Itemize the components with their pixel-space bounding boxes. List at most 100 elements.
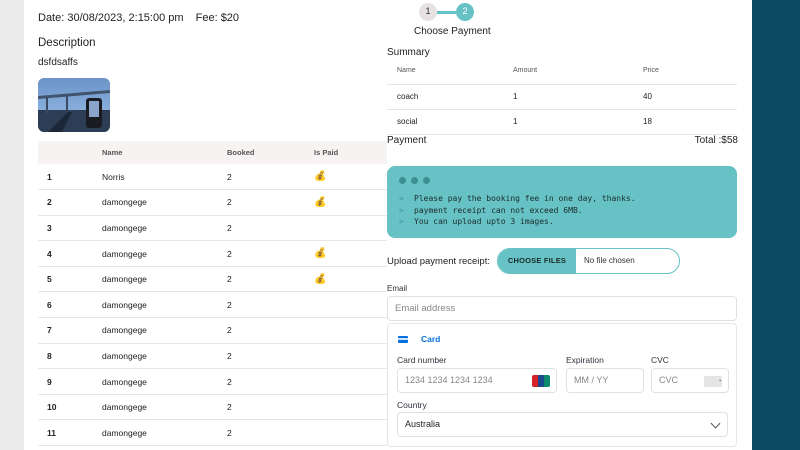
- cvc-label: CVC: [651, 355, 669, 365]
- notice-line: > Please pay the booking fee in one day, …: [399, 193, 636, 205]
- money-bag-icon: 💰: [314, 248, 327, 260]
- header-number: [38, 141, 102, 164]
- cvc-field[interactable]: CVC ▪: [651, 368, 729, 393]
- table-row: 8 damongege 2: [38, 343, 387, 370]
- summary-row: coach 1 40: [387, 84, 737, 110]
- row-is-paid: [314, 368, 387, 395]
- table-row: 1 Norris 2 💰: [38, 164, 387, 191]
- table-row: 11 damongege 2: [38, 419, 387, 447]
- payment-total: Total :$58: [694, 135, 738, 146]
- row-is-paid: 💰: [314, 164, 387, 191]
- step-1-indicator[interactable]: 1: [419, 3, 437, 21]
- file-upload-input[interactable]: CHOOSE FILES No file chosen: [497, 248, 680, 274]
- prompt-caret: >: [399, 194, 404, 203]
- summary-item-price: 40: [643, 84, 737, 110]
- left-gutter: [0, 0, 24, 450]
- bookings-table-body: 1 Norris 2 💰 2 damongege 2 💰 3 damongege 2 4 damonge…: [38, 164, 387, 447]
- email-field[interactable]: Email address: [387, 296, 737, 321]
- page-background-band: [752, 0, 800, 450]
- card-number-placeholder: 1234 1234 1234 1234: [405, 375, 493, 385]
- notice-text: > Please pay the booking fee in one day, …: [399, 193, 636, 228]
- row-name: damongege: [102, 189, 227, 216]
- prompt-caret: >: [399, 217, 404, 226]
- file-status: No file chosen: [584, 256, 635, 265]
- cvc-placeholder: CVC: [659, 375, 679, 385]
- notice-line-text: payment receipt can not exceed 6MB.: [414, 205, 583, 215]
- row-booked: 2: [227, 317, 314, 344]
- row-number: 3: [38, 215, 102, 242]
- booking-date: Date: 30/08/2023, 2:15:00 pm: [38, 12, 184, 24]
- row-number: 5: [38, 266, 102, 293]
- notice-dot: [399, 177, 406, 184]
- upload-receipt-label: Upload payment receipt:: [387, 256, 490, 267]
- header-is-paid: Is Paid: [314, 141, 387, 164]
- notice-dot: [411, 177, 418, 184]
- payment-stepper: 1 2 Choose Payment: [394, 3, 491, 39]
- email-label: Email: [387, 284, 408, 293]
- booking-detail-panel: Date: 30/08/2023, 2:15:00 pm Fee: $20 De…: [24, 0, 752, 450]
- row-name: damongege: [102, 240, 227, 267]
- notice-line-text: Please pay the booking fee in one day, t…: [414, 194, 636, 203]
- row-is-paid: [314, 317, 387, 344]
- row-name: damongege: [102, 266, 227, 293]
- row-number: 8: [38, 343, 102, 370]
- table-row: 4 damongege 2 💰: [38, 240, 387, 267]
- row-number: 2: [38, 189, 102, 216]
- row-is-paid: [314, 419, 387, 447]
- row-booked: 2: [227, 419, 314, 447]
- summary-row: social 1 18: [387, 109, 737, 135]
- money-bag-icon: 💰: [314, 196, 327, 208]
- booking-photo[interactable]: [38, 78, 110, 132]
- expiration-label: Expiration: [566, 355, 604, 365]
- bookings-table: Name Booked Is Paid 1 Norris 2 💰 2 damongege 2…: [38, 141, 387, 447]
- row-booked: 2: [227, 215, 314, 242]
- summary-header-amount: Amount: [513, 58, 643, 85]
- table-row: 6 damongege 2: [38, 291, 387, 319]
- money-bag-icon: 💰: [314, 273, 327, 285]
- unionpay-icon: [532, 375, 550, 387]
- row-name: damongege: [102, 368, 227, 395]
- row-is-paid: 💰: [314, 266, 387, 293]
- summary-heading: Summary: [387, 47, 430, 58]
- summary-item-amount: 1: [513, 84, 643, 110]
- row-is-paid: [314, 215, 387, 242]
- choose-files-button[interactable]: CHOOSE FILES: [498, 249, 576, 273]
- card-payment-form: Card Card number 1234 1234 1234 1234 Exp…: [387, 323, 737, 447]
- summary-header-name: Name: [387, 58, 513, 85]
- summary-item-amount: 1: [513, 109, 643, 135]
- money-bag-icon: 💰: [314, 171, 327, 183]
- payment-heading: Payment: [387, 135, 427, 146]
- row-name: damongege: [102, 317, 227, 344]
- notice-line: > payment receipt can not exceed 6MB.: [399, 205, 636, 217]
- row-is-paid: [314, 291, 387, 319]
- row-name: damongege: [102, 215, 227, 242]
- header-booked: Booked: [227, 141, 314, 164]
- row-is-paid: [314, 394, 387, 421]
- chevron-down-icon: [710, 418, 721, 429]
- credit-card-icon: [398, 336, 408, 343]
- summary-item-price: 18: [643, 109, 737, 135]
- description-text: dsfdsaffs: [38, 57, 78, 68]
- table-row: 7 damongege 2: [38, 317, 387, 344]
- row-number: 10: [38, 394, 102, 421]
- summary-table: Name Amount Price coach 1 40 social 1 18: [387, 58, 737, 135]
- row-booked: 2: [227, 291, 314, 319]
- table-row: 10 damongege 2: [38, 394, 387, 421]
- row-is-paid: 💰: [314, 240, 387, 267]
- country-select[interactable]: Australia: [397, 412, 728, 437]
- summary-table-header: Name Amount Price: [387, 58, 737, 85]
- bookings-table-header: Name Booked Is Paid: [38, 141, 387, 164]
- booking-fee: Fee: $20: [195, 12, 240, 24]
- row-number: 6: [38, 291, 102, 319]
- row-name: damongege: [102, 343, 227, 370]
- header-name: Name: [102, 141, 227, 164]
- row-is-paid: 💰: [314, 189, 387, 216]
- card-tab[interactable]: Card: [421, 334, 440, 344]
- row-name: damongege: [102, 291, 227, 319]
- description-heading: Description: [38, 37, 96, 49]
- row-number: 1: [38, 164, 102, 191]
- card-number-field[interactable]: 1234 1234 1234 1234: [397, 368, 557, 393]
- step-2-indicator[interactable]: 2: [456, 3, 474, 21]
- expiration-field[interactable]: MM / YY: [566, 368, 644, 393]
- row-name: Norris: [102, 164, 227, 191]
